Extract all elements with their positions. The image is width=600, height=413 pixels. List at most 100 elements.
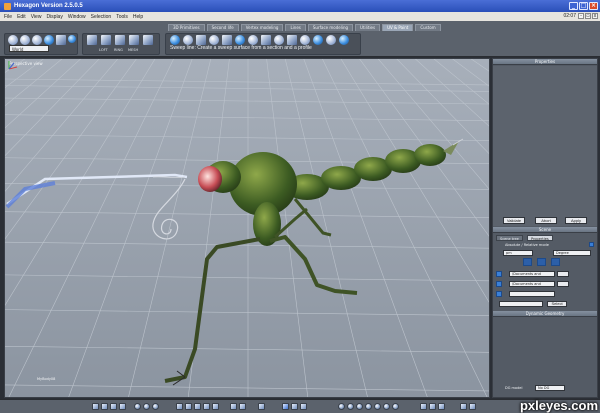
maximize-button[interactable]: □ <box>579 2 588 10</box>
row-3-icon[interactable] <box>496 291 502 297</box>
universal-tool-icon[interactable] <box>44 35 54 45</box>
layout-single-icon[interactable] <box>176 403 183 410</box>
snap-tool-icon[interactable] <box>56 35 66 45</box>
select-button[interactable]: Select <box>547 301 567 307</box>
menu-selection[interactable]: Selection <box>91 14 112 20</box>
redo-icon[interactable] <box>429 403 436 410</box>
render-sphere-icon[interactable] <box>374 403 381 410</box>
tab-utilities[interactable]: Utilities <box>355 24 381 31</box>
orbit-icon[interactable] <box>152 403 159 410</box>
mode-toggle[interactable] <box>589 242 594 247</box>
doc-restore-button[interactable]: ▫ <box>585 13 591 19</box>
view-front-icon[interactable] <box>92 403 99 410</box>
history-icon[interactable] <box>438 403 445 410</box>
row-2-icon[interactable] <box>496 281 502 287</box>
layout-triple-icon[interactable] <box>203 403 210 410</box>
move-tool-icon[interactable] <box>8 35 18 45</box>
perspective-viewport[interactable]: Perspective view MyBody08 <box>4 58 490 398</box>
view-side-icon[interactable] <box>101 403 108 410</box>
material-sphere-icon[interactable] <box>356 403 363 410</box>
extrude-tool-icon[interactable] <box>183 35 193 45</box>
tab-surface-modeling[interactable]: Surface modeling <box>307 24 354 31</box>
lasso-tool-icon[interactable] <box>291 403 298 410</box>
decal-tool-icon[interactable] <box>274 35 284 45</box>
light-icon[interactable] <box>338 403 345 410</box>
grid-toggle-icon[interactable] <box>258 403 265 410</box>
menu-view[interactable]: View <box>31 14 42 20</box>
menu-edit[interactable]: Edit <box>17 14 26 20</box>
camera-icon[interactable] <box>347 403 354 410</box>
ring-primitive-icon[interactable] <box>115 35 125 45</box>
menu-help[interactable]: Help <box>133 14 143 20</box>
box-primitive-icon[interactable] <box>143 35 153 45</box>
tab-uv-paint[interactable]: UV & Paint <box>382 24 414 31</box>
zoom-icon[interactable] <box>134 403 141 410</box>
loft-primitive-icon[interactable] <box>101 35 111 45</box>
fill-tool-icon[interactable] <box>300 35 310 45</box>
angle-unit-select[interactable]: Degree <box>553 250 591 256</box>
texture-path-field-3[interactable] <box>509 291 555 297</box>
view-top-icon[interactable] <box>110 403 117 410</box>
revolve-tool-icon[interactable] <box>196 35 206 45</box>
mesh-primitive-icon[interactable] <box>129 35 139 45</box>
close-button[interactable]: × <box>589 2 598 10</box>
selection-field[interactable] <box>499 301 543 307</box>
layout-wide-icon[interactable] <box>212 403 219 410</box>
rail-tool-icon[interactable] <box>339 35 349 45</box>
scale-tool-icon[interactable] <box>32 35 42 45</box>
undo-icon[interactable] <box>420 403 427 410</box>
twist-tool-icon[interactable] <box>326 35 336 45</box>
menu-display[interactable]: Display <box>46 14 62 20</box>
environment-icon[interactable] <box>392 403 399 410</box>
render-mode-icon[interactable] <box>230 403 237 410</box>
unit-select[interactable]: pm <box>503 250 533 256</box>
skin-tool-icon[interactable] <box>222 35 232 45</box>
pan-icon[interactable] <box>143 403 150 410</box>
sweep-tool-icon[interactable] <box>170 35 180 45</box>
offset-tool-icon[interactable] <box>287 35 297 45</box>
menu-tools[interactable]: Tools <box>116 14 128 20</box>
tab-scene-tree[interactable]: Scene tree <box>496 235 523 241</box>
browse-button-2[interactable] <box>557 281 569 287</box>
tab-custom[interactable]: Custom <box>415 24 441 31</box>
tab-3d-primitives[interactable]: 3D Primitives <box>168 24 205 31</box>
preview-sphere-icon[interactable] <box>383 403 390 410</box>
dg-model-select[interactable]: No DG <box>535 385 565 391</box>
shading-mode-icon[interactable] <box>239 403 246 410</box>
browse-button-1[interactable] <box>557 271 569 277</box>
coordinate-system-select[interactable]: World <box>9 45 49 52</box>
menu-file[interactable]: File <box>4 14 12 20</box>
coons-tool-icon[interactable] <box>261 35 271 45</box>
minimize-button[interactable]: _ <box>569 2 578 10</box>
lathe-tool-icon[interactable] <box>235 35 245 45</box>
tab-vertex-modeling[interactable]: Vertex modeling <box>240 24 284 31</box>
cube-primitive-icon[interactable] <box>87 35 97 45</box>
layout-quad-icon[interactable] <box>194 403 201 410</box>
tab-scene-properties[interactable]: Properties <box>527 235 553 241</box>
texture-icon[interactable] <box>551 258 560 266</box>
settings-icon[interactable] <box>460 403 467 410</box>
select-tool-icon[interactable] <box>282 403 289 410</box>
tube-tool-icon[interactable] <box>248 35 258 45</box>
texture-path-field-2[interactable]: \Documents and <box>509 281 555 287</box>
help-icon[interactable] <box>469 403 476 410</box>
boolean-tool-icon[interactable] <box>313 35 323 45</box>
texture-path-field-1[interactable]: \Documents and <box>509 271 555 277</box>
view-perspective-icon[interactable] <box>119 403 126 410</box>
camera-tool-icon[interactable] <box>68 35 76 43</box>
paint-select-icon[interactable] <box>300 403 307 410</box>
apply-button[interactable]: Apply <box>565 217 587 224</box>
tab-second-life[interactable]: Second life <box>206 24 239 31</box>
rotate-tool-icon[interactable] <box>20 35 30 45</box>
brush-icon[interactable] <box>523 258 532 266</box>
doc-close-button[interactable]: x <box>592 13 598 19</box>
texture-sphere-icon[interactable] <box>365 403 372 410</box>
row-1-icon[interactable] <box>496 271 502 277</box>
validate-button[interactable]: Validate <box>503 217 525 224</box>
bevel-tool-icon[interactable] <box>209 35 219 45</box>
abort-button[interactable]: Abort <box>535 217 557 224</box>
doc-minimize-button[interactable]: - <box>578 13 584 19</box>
layout-dual-icon[interactable] <box>185 403 192 410</box>
material-icon[interactable] <box>537 258 546 266</box>
tab-lines[interactable]: Lines <box>285 24 306 31</box>
